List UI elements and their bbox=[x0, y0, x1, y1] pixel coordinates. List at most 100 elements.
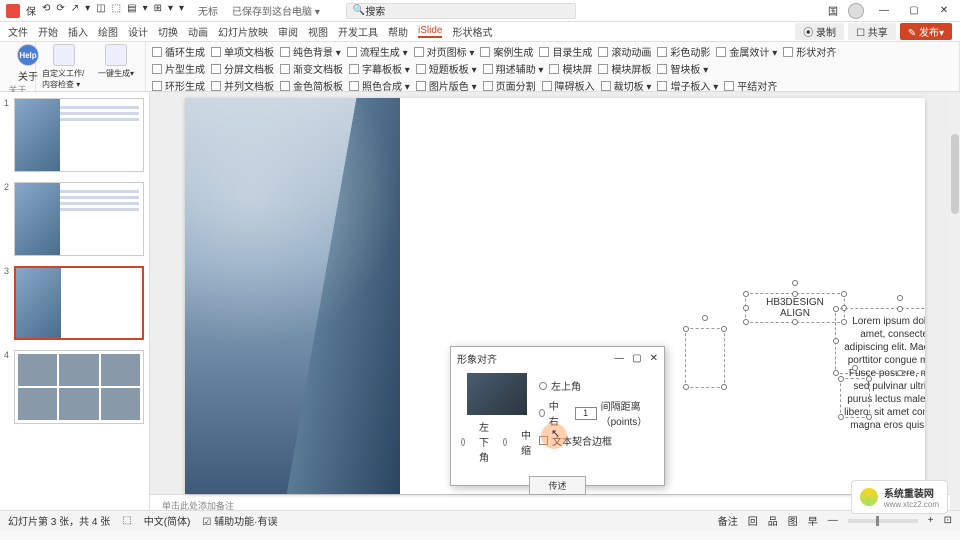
publish-button[interactable]: ✎ 发布▾ bbox=[900, 23, 952, 40]
min-button[interactable]: — bbox=[874, 5, 894, 16]
qat-undo[interactable]: ⟲ bbox=[42, 3, 50, 18]
rb-1-2[interactable]: 渐变文档板 bbox=[280, 61, 343, 76]
radio-bottom-left[interactable] bbox=[461, 438, 465, 446]
rb-0-5[interactable]: 案例生成 bbox=[480, 44, 533, 59]
tab-home[interactable]: 开始 bbox=[38, 24, 58, 39]
rb-0-8[interactable]: 彩色动影 bbox=[657, 44, 710, 59]
status-notes-button[interactable]: 备注 bbox=[718, 513, 738, 528]
tab-help[interactable]: 帮助 bbox=[388, 24, 408, 39]
qat-i4[interactable]: ▾ bbox=[85, 3, 90, 18]
rb-0-7[interactable]: 滚动动画 bbox=[598, 44, 651, 59]
rb-2-3[interactable]: 照色合成 ▾ bbox=[349, 78, 410, 93]
thumb-4[interactable]: 4 bbox=[6, 350, 143, 424]
dialog-ok-button[interactable]: 传述 bbox=[529, 476, 585, 495]
zoom-in-icon[interactable]: + bbox=[928, 515, 934, 526]
tab-insert[interactable]: 插入 bbox=[68, 24, 88, 39]
hero-image[interactable] bbox=[185, 98, 400, 494]
rb-2-8[interactable]: 增子板入 ▾ bbox=[657, 78, 718, 93]
tab-shape-format[interactable]: 形状格式 bbox=[452, 24, 492, 39]
thumb-3[interactable]: 3 bbox=[6, 266, 143, 340]
spacing-input[interactable] bbox=[575, 407, 597, 420]
tab-draw[interactable]: 绘图 bbox=[98, 24, 118, 39]
search-box[interactable]: 🔍 搜索 bbox=[346, 3, 576, 19]
rb-1-5[interactable]: 翔述辅助 ▾ bbox=[483, 61, 544, 76]
rb-1-0[interactable]: 片型生成 bbox=[152, 61, 205, 76]
rb-2-6[interactable]: 障碍板入 bbox=[542, 78, 595, 93]
rb-2-1[interactable]: 并列文档板 bbox=[211, 78, 274, 93]
rotate-handle-icon[interactable] bbox=[792, 280, 798, 286]
tab-file[interactable]: 文件 bbox=[8, 24, 28, 39]
qat-i8[interactable]: ▾ bbox=[143, 3, 148, 18]
qat-redo[interactable]: ⟳ bbox=[56, 3, 64, 18]
rb-2-5[interactable]: 页面分割 bbox=[483, 78, 536, 93]
rb-2-2[interactable]: 金色简板板 bbox=[280, 78, 343, 93]
custom-work-button[interactable]: 自定义工作/内容检查 ▾ bbox=[42, 44, 86, 90]
rb-0-10[interactable]: 形状对齐 bbox=[783, 44, 836, 59]
rb-1-4[interactable]: 短题板板 ▾ bbox=[416, 61, 477, 76]
selected-icon-group-1[interactable] bbox=[685, 328, 725, 388]
rb-0-1[interactable]: 单项文档板 bbox=[211, 44, 274, 59]
qat-i5[interactable]: ◫ bbox=[96, 3, 105, 18]
tab-islide[interactable]: iSlide bbox=[418, 25, 442, 38]
tab-slideshow[interactable]: 幻灯片放映 bbox=[218, 24, 268, 39]
doc-saved[interactable]: 已保存到这台电脑 ▾ bbox=[232, 3, 320, 18]
rb-0-2[interactable]: 纯色背景 ▾ bbox=[280, 44, 341, 59]
rb-2-4[interactable]: 图片版色 ▾ bbox=[416, 78, 477, 93]
rb-0-6[interactable]: 目录生成 bbox=[539, 44, 592, 59]
qat-i7[interactable]: ▤ bbox=[127, 3, 136, 18]
radio-center-right[interactable] bbox=[539, 409, 545, 417]
rb-1-8[interactable]: 智块板 ▾ bbox=[657, 61, 708, 76]
rb-0-4[interactable]: 对页图标 ▾ bbox=[414, 44, 475, 59]
title-right-1[interactable]: 国 bbox=[828, 3, 838, 18]
rb-1-6[interactable]: 模块屏 bbox=[549, 61, 592, 76]
radio-top-left[interactable] bbox=[539, 382, 547, 390]
user-avatar[interactable] bbox=[848, 3, 864, 19]
view-slideshow-icon[interactable]: 早 bbox=[808, 513, 818, 528]
tab-view[interactable]: 视图 bbox=[308, 24, 328, 39]
notes-panel[interactable]: 单击此处添加备注 bbox=[150, 494, 960, 510]
qat-i10[interactable]: ▾ bbox=[168, 3, 173, 18]
qat-save[interactable]: 保 bbox=[26, 3, 36, 18]
dialog-max-icon[interactable]: ▢ bbox=[632, 353, 641, 364]
tab-animation[interactable]: 动画 bbox=[188, 24, 208, 39]
status-accessibility[interactable]: ☑ 辅助功能·有误 bbox=[202, 513, 277, 528]
tab-transition[interactable]: 切换 bbox=[158, 24, 178, 39]
max-button[interactable]: ▢ bbox=[904, 5, 924, 16]
qat-i6[interactable]: ⬚ bbox=[112, 3, 121, 18]
rb-2-0[interactable]: 环形生成 bbox=[152, 78, 205, 93]
dialog-min-icon[interactable]: — bbox=[614, 353, 624, 364]
rb-1-7[interactable]: 模块屏板 bbox=[598, 61, 651, 76]
rb-1-1[interactable]: 分屏文档板 bbox=[211, 61, 274, 76]
view-normal-icon[interactable]: 回 bbox=[748, 513, 758, 528]
status-lang-icon[interactable]: ⬚ bbox=[122, 515, 131, 526]
selected-icon-group-2[interactable] bbox=[840, 378, 870, 418]
zoom-slider[interactable] bbox=[848, 519, 918, 523]
radio-center-shrink[interactable] bbox=[503, 438, 507, 446]
view-sorter-icon[interactable]: 品 bbox=[768, 513, 778, 528]
qat-i9[interactable]: ⊞ bbox=[154, 3, 162, 18]
tab-dev[interactable]: 开发工具 bbox=[338, 24, 378, 39]
fit-window-icon[interactable]: ⊡ bbox=[944, 515, 952, 526]
rb-1-3[interactable]: 字幕板板 ▾ bbox=[349, 61, 410, 76]
rb-0-0[interactable]: 循环生成 bbox=[152, 44, 205, 59]
share-button[interactable]: ☐ 共享 bbox=[848, 23, 896, 40]
rb-0-9[interactable]: 金属效计 ▾ bbox=[716, 44, 777, 59]
vertical-scrollbar[interactable] bbox=[950, 92, 960, 510]
status-lang[interactable]: 中文(简体) bbox=[144, 513, 191, 528]
dialog-close-icon[interactable]: ✕ bbox=[650, 353, 658, 364]
qat-i3[interactable]: ↗ bbox=[71, 3, 79, 18]
close-button[interactable]: ✕ bbox=[934, 5, 954, 16]
thumb-2[interactable]: 2 bbox=[6, 182, 143, 256]
tab-review[interactable]: 审阅 bbox=[278, 24, 298, 39]
rb-2-9[interactable]: 平结对齐 bbox=[724, 78, 777, 93]
one-click-button[interactable]: 一键生成▾ bbox=[94, 44, 138, 79]
view-reading-icon[interactable]: 图 bbox=[788, 513, 798, 528]
selected-title-box[interactable]: HB3DESIGN ALIGN bbox=[745, 293, 845, 323]
rb-2-7[interactable]: 裁切板 ▾ bbox=[601, 78, 652, 93]
selected-body-box[interactable]: Lorem ipsum dolor sit amet, consectetur … bbox=[835, 308, 925, 374]
qat-i11[interactable]: ▾ bbox=[179, 3, 184, 18]
rb-0-3[interactable]: 流程生成 ▾ bbox=[347, 44, 408, 59]
tab-design[interactable]: 设计 bbox=[128, 24, 148, 39]
rotate-handle-icon[interactable] bbox=[897, 295, 903, 301]
thumb-1[interactable]: 1 bbox=[6, 98, 143, 172]
